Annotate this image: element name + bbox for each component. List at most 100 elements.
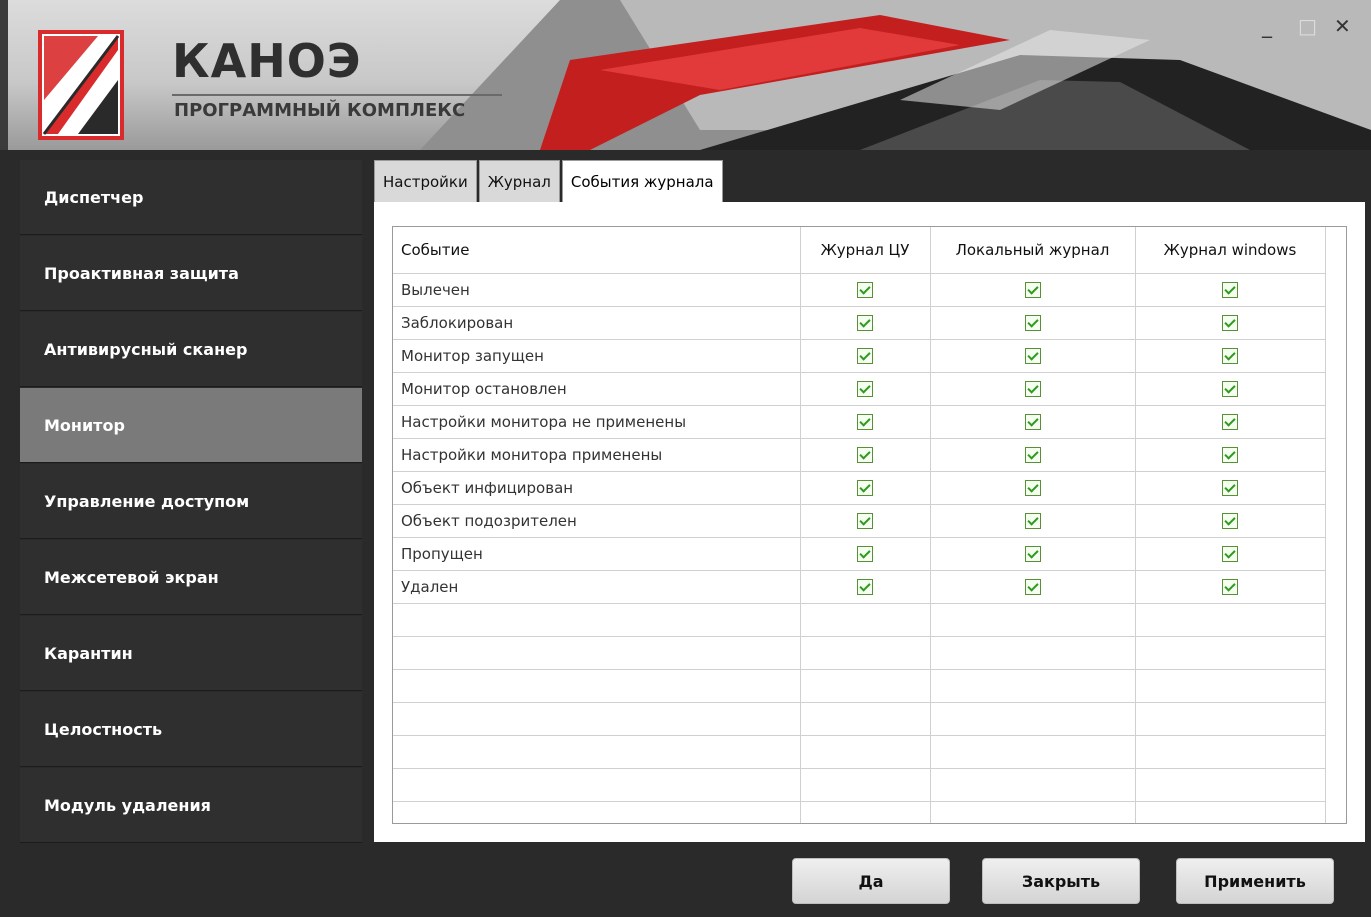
checkbox-cu[interactable]: [857, 315, 873, 331]
checkbox-cu[interactable]: [857, 381, 873, 397]
sidebar-item-access[interactable]: Управление доступом: [20, 464, 362, 539]
checkbox-cu[interactable]: [857, 447, 873, 463]
empty-cell: [1135, 669, 1326, 703]
checkbox-cell-cu: [800, 306, 931, 340]
checkbox-local[interactable]: [1024, 546, 1041, 562]
checkbox-cu[interactable]: [857, 579, 873, 595]
checkbox-cu[interactable]: [857, 282, 873, 298]
checkbox-cell-local: [930, 405, 1136, 439]
tab-journal-events[interactable]: События журнала: [561, 160, 723, 202]
empty-cell: [393, 603, 801, 637]
checkbox-windows[interactable]: [1222, 447, 1238, 463]
empty-cell: [1135, 603, 1326, 637]
empty-cell: [1135, 636, 1326, 670]
tab-journal[interactable]: Журнал: [478, 160, 560, 202]
table-row: Заблокирован: [393, 306, 1326, 340]
maximize-icon[interactable]: □: [1298, 14, 1317, 38]
checkbox-cell-local: [930, 438, 1136, 472]
checkbox-cu[interactable]: [857, 348, 873, 364]
empty-cell: [1135, 735, 1326, 769]
sidebar-item-dispatcher[interactable]: Диспетчер: [20, 160, 362, 235]
close-icon[interactable]: ✕: [1334, 14, 1351, 38]
empty-cell: [1135, 768, 1326, 802]
empty-row: [393, 636, 1326, 670]
checkbox-local[interactable]: [1024, 315, 1041, 331]
tab-settings[interactable]: Настройки: [374, 160, 477, 202]
app-header: КАНОЭ ПРОГРАММНЫЙ КОМПЛЕКС _ □ ✕: [0, 0, 1371, 150]
checkbox-cell-cu: [800, 537, 931, 571]
column-header-windows-log[interactable]: Журнал windows: [1135, 227, 1326, 274]
table-row: Вылечен: [393, 273, 1326, 307]
sidebar-item-quarantine[interactable]: Карантин: [20, 616, 362, 691]
event-name: Пропущен: [393, 537, 801, 571]
empty-row: [393, 801, 1326, 823]
event-name: Монитор остановлен: [393, 372, 801, 406]
close-button[interactable]: Закрыть: [982, 858, 1140, 904]
sidebar-item-proactive[interactable]: Проактивная защита: [20, 236, 362, 311]
empty-cell: [930, 702, 1136, 736]
checkbox-windows[interactable]: [1222, 282, 1238, 298]
checkbox-local[interactable]: [1024, 282, 1041, 298]
checkbox-windows[interactable]: [1222, 546, 1238, 562]
checkbox-windows[interactable]: [1222, 480, 1238, 496]
sidebar-item-integrity[interactable]: Целостность: [20, 692, 362, 767]
sidebar: Диспетчер Проактивная защита Антивирусны…: [20, 160, 362, 844]
checkbox-windows[interactable]: [1222, 348, 1238, 364]
table-row: Настройки монитора применены: [393, 438, 1326, 472]
checkbox-windows[interactable]: [1222, 414, 1238, 430]
brand-divider: [172, 94, 502, 96]
column-header-event[interactable]: Событие: [393, 227, 801, 274]
checkbox-cell-windows: [1135, 405, 1326, 439]
checkbox-cell-cu: [800, 471, 931, 505]
event-name: Монитор запущен: [393, 339, 801, 373]
checkbox-cu[interactable]: [857, 480, 873, 496]
column-header-cu-log[interactable]: Журнал ЦУ: [800, 227, 931, 274]
checkbox-local[interactable]: [1024, 348, 1041, 364]
tab-panel: Событие Журнал ЦУ Локальный журнал Журна…: [374, 202, 1365, 842]
table-header-row: Событие Журнал ЦУ Локальный журнал Журна…: [393, 227, 1326, 274]
empty-row: [393, 735, 1326, 769]
table-row: Пропущен: [393, 537, 1326, 571]
sidebar-item-firewall[interactable]: Межсетевой экран: [20, 540, 362, 615]
sidebar-item-monitor[interactable]: Монитор: [20, 388, 362, 463]
checkbox-local[interactable]: [1024, 381, 1041, 397]
empty-cell: [930, 603, 1136, 637]
checkbox-cu[interactable]: [857, 546, 873, 562]
event-name: Объект подозрителен: [393, 504, 801, 538]
checkbox-cell-windows: [1135, 570, 1326, 604]
checkbox-windows[interactable]: [1222, 513, 1238, 529]
checkbox-cu[interactable]: [857, 414, 873, 430]
event-name: Настройки монитора применены: [393, 438, 801, 472]
checkbox-cell-cu: [800, 273, 931, 307]
empty-row: [393, 603, 1326, 637]
empty-cell: [930, 636, 1136, 670]
checkbox-cell-local: [930, 471, 1136, 505]
event-name: Заблокирован: [393, 306, 801, 340]
checkbox-local[interactable]: [1024, 414, 1041, 430]
sidebar-item-scanner[interactable]: Антивирусный сканер: [20, 312, 362, 387]
empty-cell: [930, 768, 1136, 802]
table-row: Настройки монитора не применены: [393, 405, 1326, 439]
checkbox-cell-local: [930, 339, 1136, 373]
apply-button[interactable]: Применить: [1176, 858, 1334, 904]
minimize-icon[interactable]: _: [1262, 14, 1272, 38]
empty-cell: [800, 768, 931, 802]
checkbox-cell-windows: [1135, 339, 1326, 373]
checkbox-local[interactable]: [1024, 480, 1041, 496]
checkbox-windows[interactable]: [1222, 381, 1238, 397]
table-row: Удален: [393, 570, 1326, 604]
checkbox-local[interactable]: [1024, 447, 1041, 463]
checkbox-windows[interactable]: [1222, 315, 1238, 331]
empty-cell: [930, 801, 1136, 823]
checkbox-cell-windows: [1135, 471, 1326, 505]
checkbox-windows[interactable]: [1222, 579, 1238, 595]
column-header-local-log[interactable]: Локальный журнал: [930, 227, 1136, 274]
checkbox-local[interactable]: [1024, 579, 1041, 595]
ok-button[interactable]: Да: [792, 858, 950, 904]
empty-cell: [800, 702, 931, 736]
sidebar-item-removal[interactable]: Модуль удаления: [20, 768, 362, 843]
checkbox-local[interactable]: [1024, 513, 1041, 529]
tab-bar: Настройки Журнал События журнала: [374, 160, 725, 202]
checkbox-cu[interactable]: [857, 513, 873, 529]
empty-cell: [393, 801, 801, 823]
